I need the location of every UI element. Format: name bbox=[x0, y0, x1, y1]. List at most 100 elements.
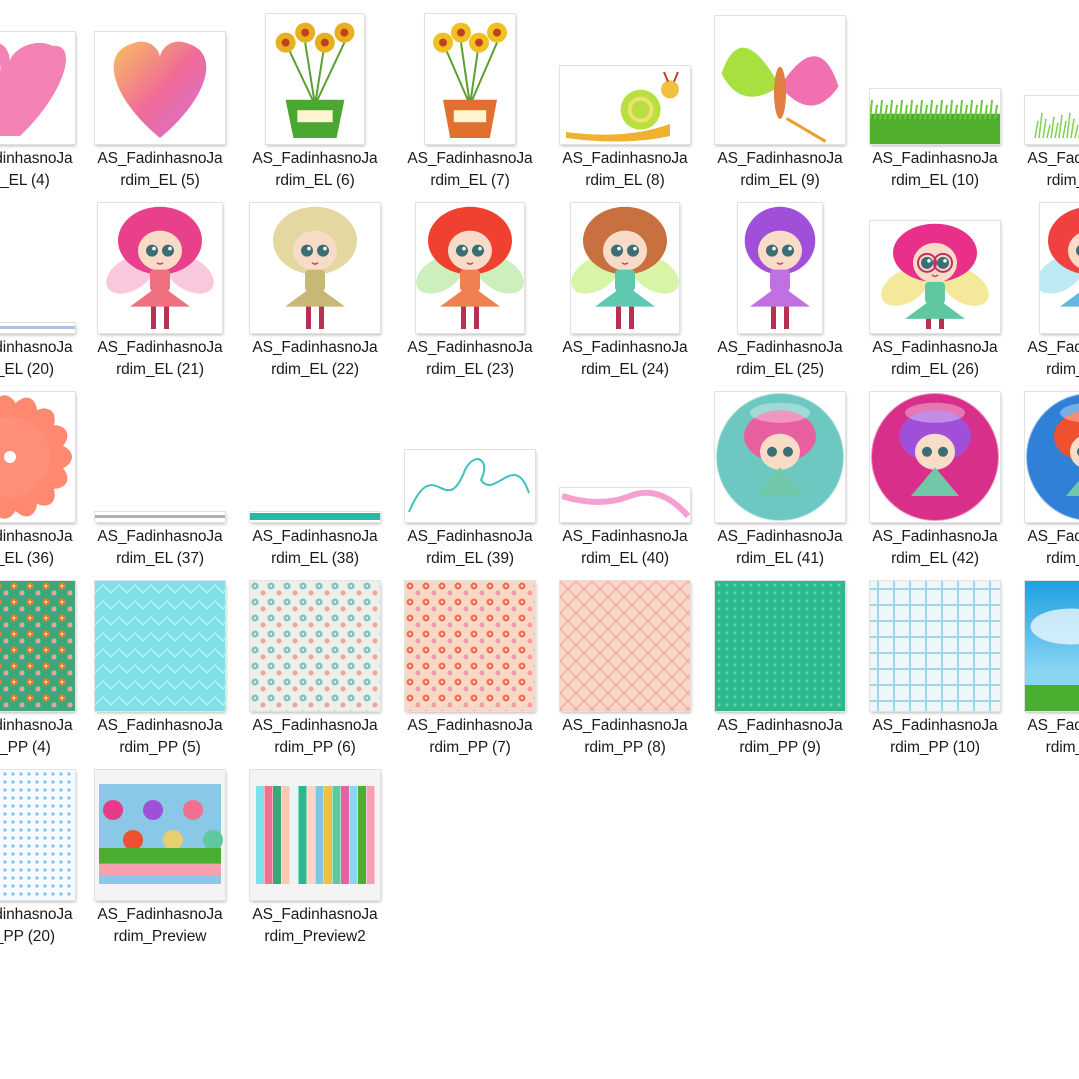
file-name-line1: AS_FadinhasnoJa bbox=[1027, 150, 1079, 167]
file-item[interactable]: AS_FadinhasnoJa rdim_Preview bbox=[85, 768, 235, 953]
file-item[interactable]: AS_FadinhasnoJa rdim_EL (39) bbox=[395, 390, 545, 575]
file-name: AS_FadinhasnoJa rdim_EL (4) bbox=[0, 148, 85, 192]
file-name-line2: rdim_Preview bbox=[113, 928, 207, 945]
file-name-line2: rdim_EL (8) bbox=[585, 172, 665, 189]
file-name-line1: AS_FadinhasnoJa bbox=[407, 339, 533, 356]
file-name-line2: rdim_EL (38) bbox=[271, 550, 359, 567]
file-item[interactable]: AS_FadinhasnoJa rdim_PP (20) bbox=[0, 768, 85, 953]
file-item[interactable]: AS_FadinhasnoJa rdim_EL (25) bbox=[705, 201, 855, 386]
file-name-line2: rdim_EL (40) bbox=[581, 550, 669, 567]
file-item[interactable]: AS_FadinhasnoJa rdim_EL (42) bbox=[860, 390, 1010, 575]
file-item[interactable]: AS_FadinhasnoJa rdim_EL (21) bbox=[85, 201, 235, 386]
thumbnail-area bbox=[860, 201, 1010, 333]
file-item[interactable]: AS_FadinhasnoJa rdim_EL (27) bbox=[1015, 201, 1079, 386]
file-item[interactable]: AS_FadinhasnoJa rdim_EL (22) bbox=[240, 201, 390, 386]
file-name: AS_FadinhasnoJa rdim_PP (6) bbox=[240, 715, 390, 759]
file-name-line2: rdim_EL (36) bbox=[0, 550, 54, 567]
file-item[interactable]: AS_FadinhasnoJa rdim_PP (8) bbox=[550, 579, 700, 764]
file-item[interactable]: AS_FadinhasnoJa rdim_EL (24) bbox=[550, 201, 700, 386]
file-item[interactable]: AS_FadinhasnoJa rdim_PP (10) bbox=[860, 579, 1010, 764]
file-name-line1: AS_FadinhasnoJa bbox=[252, 717, 378, 734]
butterfly-icon bbox=[715, 16, 845, 144]
file-name-line1: AS_FadinhasnoJa bbox=[0, 528, 73, 545]
file-item[interactable]: AS_FadinhasnoJa rdim_PP (4) bbox=[0, 579, 85, 764]
file-name-line1: AS_FadinhasnoJa bbox=[717, 528, 843, 545]
file-name-line2: rdim_EL (4) bbox=[0, 172, 50, 189]
file-name-line1: AS_FadinhasnoJa bbox=[252, 906, 378, 923]
file-item[interactable]: AS_FadinhasnoJa rdim_PP (7) bbox=[395, 579, 545, 764]
file-name: AS_FadinhasnoJa rdim_EL (5) bbox=[85, 148, 235, 192]
file-name-line1: AS_FadinhasnoJa bbox=[562, 528, 688, 545]
thumbnail-area bbox=[85, 201, 235, 333]
file-name-line1: AS_FadinhasnoJa bbox=[1027, 528, 1079, 545]
thumbnail-area bbox=[240, 390, 390, 522]
grass-tuft-icon bbox=[1025, 96, 1079, 144]
teal-string-icon bbox=[405, 450, 535, 522]
file-name-line2: rdim_PP (6) bbox=[274, 739, 356, 756]
file-item[interactable]: AS_FadinhasnoJa rdim_EL (10) bbox=[860, 12, 1010, 197]
file-name: AS_FadinhasnoJa rdim_PP (10) bbox=[860, 715, 1010, 759]
file-name-line1: AS_FadinhasnoJa bbox=[1027, 339, 1079, 356]
file-name-line1: AS_FadinhasnoJa bbox=[872, 150, 998, 167]
thumbnail-area bbox=[240, 579, 390, 711]
file-item[interactable]: AS_FadinhasnoJa rdim_EL (4) bbox=[0, 12, 85, 197]
file-item[interactable]: AS_FadinhasnoJa rdim_EL (23) bbox=[395, 201, 545, 386]
file-item[interactable]: AS_FadinhasnoJa rdim_EL (40) bbox=[550, 390, 700, 575]
file-name-line1: AS_FadinhasnoJa bbox=[97, 717, 223, 734]
fairy-purple-icon bbox=[738, 203, 822, 333]
thumbnail-area bbox=[550, 12, 700, 144]
file-name: AS_FadinhasnoJa rdim_PP (4) bbox=[0, 715, 85, 759]
file-name-line2: rdim_EL (6) bbox=[275, 172, 355, 189]
file-item[interactable]: AS_FadinhasnoJa rdim_EL (43) bbox=[1015, 390, 1079, 575]
thumbnail-area bbox=[1015, 12, 1079, 144]
file-name-line1: AS_FadinhasnoJa bbox=[717, 339, 843, 356]
file-name-line1: AS_FadinhasnoJa bbox=[0, 717, 73, 734]
file-item[interactable]: AS_FadinhasnoJa rdim_Preview2 bbox=[240, 768, 390, 953]
gray-border-icon bbox=[95, 512, 225, 522]
thumbnail-area bbox=[395, 12, 545, 144]
file-item[interactable]: AS_FadinhasnoJa rdim_EL (20) bbox=[0, 201, 85, 386]
file-item[interactable]: AS_FadinhasnoJa rdim_EL (36) bbox=[0, 390, 85, 575]
thumbnail-area bbox=[705, 201, 855, 333]
fairy-circle-teal-icon bbox=[715, 392, 845, 522]
fairy-glasses-icon bbox=[870, 221, 1000, 333]
file-name-line2: rdim_EL (23) bbox=[426, 361, 514, 378]
file-name-line2: rdim_EL (9) bbox=[740, 172, 820, 189]
pink-ribbon-icon bbox=[560, 488, 690, 522]
file-item[interactable]: AS_FadinhasnoJa rdim_EL (8) bbox=[550, 12, 700, 197]
pink-heart-icon bbox=[0, 32, 75, 144]
file-name: AS_FadinhasnoJa rdim_PP (7) bbox=[395, 715, 545, 759]
file-item[interactable]: AS_FadinhasnoJa rdim_EL (38) bbox=[240, 390, 390, 575]
file-item[interactable]: AS_FadinhasnoJa rdim_PP (9) bbox=[705, 579, 855, 764]
fairy-red-small-icon bbox=[1040, 203, 1079, 333]
file-item[interactable]: AS_FadinhasnoJa rdim_EL (11) bbox=[1015, 12, 1079, 197]
file-name-line2: rdim_EL (24) bbox=[581, 361, 669, 378]
file-item[interactable]: AS_FadinhasnoJa rdim_EL (41) bbox=[705, 390, 855, 575]
file-name-line1: AS_FadinhasnoJa bbox=[97, 528, 223, 545]
fairy-blonde-icon bbox=[250, 203, 380, 333]
sky-grass-paper-icon bbox=[1025, 581, 1079, 711]
file-name-line2: rdim_EL (41) bbox=[736, 550, 824, 567]
thumbnail-area bbox=[550, 390, 700, 522]
thumbnail-area bbox=[705, 579, 855, 711]
thumbnail-area bbox=[860, 579, 1010, 711]
thumbnail-area bbox=[85, 579, 235, 711]
file-name-line2: rdim_EL (39) bbox=[426, 550, 514, 567]
file-item[interactable]: AS_FadinhasnoJa rdim_EL (9) bbox=[705, 12, 855, 197]
thumbnail-area bbox=[860, 12, 1010, 144]
file-name: AS_FadinhasnoJa rdim_EL (25) bbox=[705, 337, 855, 381]
file-name: AS_FadinhasnoJa rdim_EL (23) bbox=[395, 337, 545, 381]
file-item[interactable]: AS_FadinhasnoJa rdim_PP (6) bbox=[240, 579, 390, 764]
file-name-line2: rdim_PP (4) bbox=[0, 739, 51, 756]
file-name-line1: AS_FadinhasnoJa bbox=[407, 528, 533, 545]
watercolor-heart-icon bbox=[95, 32, 225, 144]
thumbnail-area bbox=[0, 12, 85, 144]
file-item[interactable]: AS_FadinhasnoJa rdim_EL (6) bbox=[240, 12, 390, 197]
file-item[interactable]: AS_FadinhasnoJa rdim_EL (5) bbox=[85, 12, 235, 197]
file-item[interactable]: AS_FadinhasnoJa rdim_PP (11) bbox=[1015, 579, 1079, 764]
file-item[interactable]: AS_FadinhasnoJa rdim_PP (5) bbox=[85, 579, 235, 764]
file-item[interactable]: AS_FadinhasnoJa rdim_EL (37) bbox=[85, 390, 235, 575]
file-item[interactable]: AS_FadinhasnoJa rdim_EL (7) bbox=[395, 12, 545, 197]
file-name: AS_FadinhasnoJa rdim_EL (10) bbox=[860, 148, 1010, 192]
file-item[interactable]: AS_FadinhasnoJa rdim_EL (26) bbox=[860, 201, 1010, 386]
